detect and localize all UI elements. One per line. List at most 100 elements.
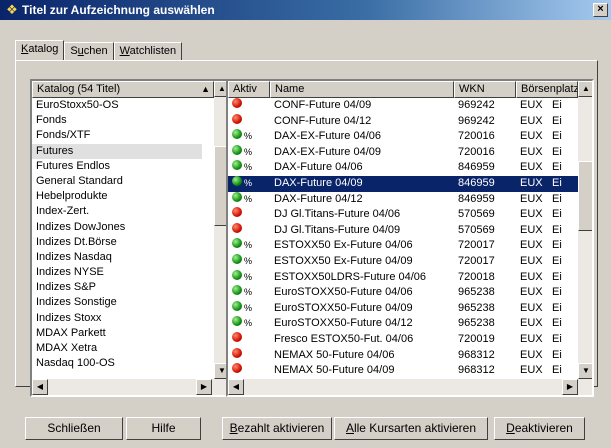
scroll-right-icon[interactable]: ▶ [196,379,212,395]
table-row[interactable]: % DAX-Future 04/12 846959 EUX Ei [228,191,578,208]
green-status-icon[interactable] [232,144,242,155]
titles-vscroll[interactable]: ▲ ▼ [578,81,592,379]
scroll-thumb[interactable] [578,161,592,231]
red-status-icon[interactable] [232,363,242,374]
catalog-item[interactable]: Index-Zert. [32,204,202,219]
catalog-item[interactable]: Futures Endlos [32,159,202,174]
green-status-icon[interactable] [232,300,242,311]
catalog-item[interactable]: MDAX Parkett [32,326,202,341]
table-row[interactable]: % EuroSTOXX50-Future 04/09 965238 EUX Ei [228,300,578,317]
table-row[interactable]: DJ Gl.Titans-Future 04/09 570569 EUX Ei [228,222,578,239]
table-row[interactable]: % ESTOXX50 Ex-Future 04/06 720017 EUX Ei [228,238,578,254]
green-status-icon[interactable] [232,238,242,249]
table-row[interactable]: % DAX-EX-Future 04/09 720016 EUX Ei [228,144,578,161]
catalog-item[interactable]: Fonds/XTF [32,128,202,143]
scroll-right-icon[interactable]: ▶ [562,379,578,395]
scroll-left-icon[interactable]: ◀ [228,379,244,395]
catalog-item[interactable]: Indizes Sonstige [32,295,202,310]
catalog-item[interactable]: Fonds [32,113,202,128]
green-status-icon[interactable] [232,176,242,186]
catalog-listbox[interactable]: Katalog (54 Titel) ▲ EuroStoxx50-OS Fonds… [30,79,232,397]
catalog-item[interactable]: Nasdaq 100-OS [32,356,202,371]
red-status-icon[interactable] [232,98,242,108]
close-button[interactable]: × [593,3,608,17]
red-status-icon[interactable] [232,113,242,124]
table-row[interactable]: % DAX-Future 04/09 846959 EUX Ei [228,176,578,192]
table-row[interactable]: % ESTOXX50 Ex-Future 04/09 720017 EUX Ei [228,254,578,270]
green-status-icon[interactable] [232,269,242,280]
cell-name: CONF-Future 04/12 [274,114,372,127]
table-row[interactable]: % DAX-Future 04/06 846959 EUX Ei [228,160,578,176]
tab-watchlisten[interactable]: Watchlisten [113,42,183,61]
col-aktiv[interactable]: Aktiv [228,81,270,98]
catalog-item[interactable]: Indizes Stoxx [32,311,202,326]
catalog-item[interactable]: Indizes NYSE [32,265,202,280]
table-row[interactable]: NEMAX 50-Future 04/06 968312 EUX Ei [228,347,578,364]
scroll-down-icon[interactable]: ▼ [578,363,592,379]
titles-hscroll[interactable]: ◀ ▶ [228,379,592,395]
green-status-icon[interactable] [232,191,242,202]
window-title: Titel zur Aufzeichnung auswählen [22,3,215,17]
col-boersenplatz[interactable]: Börsenplatz [516,81,578,98]
cell-wkn: 720019 [458,333,495,345]
catalog-item[interactable]: Indizes Dt.Börse [32,235,202,250]
tab-strip: Katalog Suchen Watchlisten [15,40,183,61]
cell-name: ESTOXX50LDRS-Future 04/06 [274,270,427,283]
table-row[interactable]: % EuroSTOXX50-Future 04/06 965238 EUX Ei [228,285,578,301]
cell-tail: Ei [552,333,562,345]
table-row[interactable]: % EuroSTOXX50-Future 04/12 965238 EUX Ei [228,316,578,332]
cell-name: DJ Gl.Titans-Future 04/09 [274,223,401,236]
green-status-icon[interactable] [232,316,242,327]
catalog-item[interactable]: Indizes S&P [32,280,202,295]
green-status-icon[interactable] [232,254,242,264]
activate-all-quotes-button[interactable]: Alle Kursarten aktivieren [334,417,488,440]
table-row[interactable]: CONF-Future 04/09 969242 EUX Ei [228,98,578,114]
red-status-icon[interactable] [232,332,242,342]
scroll-left-icon[interactable]: ◀ [32,379,48,395]
tab-katalog[interactable]: Katalog [15,40,65,61]
green-status-icon[interactable] [232,285,242,296]
green-status-icon[interactable] [232,160,242,171]
table-row[interactable]: % ESTOXX50LDRS-Future 04/06 720018 EUX Ei [228,269,578,286]
catalog-item[interactable]: Futures [32,143,202,159]
scroll-up-icon[interactable]: ▲ [578,81,592,97]
col-wkn[interactable]: WKN [454,81,516,98]
cell-exch: EUX [520,255,543,267]
catalog-item[interactable]: Indizes Nasdaq [32,250,202,265]
red-status-icon[interactable] [232,207,242,218]
table-row[interactable]: % DAX-EX-Future 04/06 720016 EUX Ei [228,129,578,145]
close-dialog-button[interactable]: Schließen [25,417,123,440]
cell-name: EuroSTOXX50-Future 04/06 [274,286,413,299]
table-row[interactable]: Fresco ESTOX50-Fut. 04/06 720019 EUX Ei [228,332,578,348]
catalog-item[interactable]: MDAX Xetra [32,341,202,356]
red-status-icon[interactable] [232,347,242,358]
cell-name: DAX-EX-Future 04/06 [274,130,381,143]
future-icon: % [244,178,253,188]
future-icon: % [244,256,253,266]
tab-suchen[interactable]: Suchen [64,42,114,61]
green-status-icon[interactable] [232,129,242,140]
cell-wkn: 846959 [458,192,495,205]
catalog-item[interactable]: EuroStoxx50-OS [32,98,202,113]
cell-tail: Ei [552,286,562,299]
catalog-header[interactable]: Katalog (54 Titel) ▲ [32,81,214,98]
table-row[interactable]: CONF-Future 04/12 969242 EUX Ei [228,113,578,130]
sort-arrow-icon: ▲ [201,84,210,94]
deactivate-button[interactable]: Deaktivieren [494,417,585,440]
col-name[interactable]: Name [270,81,454,98]
titles-table[interactable]: Aktiv Name WKN Börsenplatz CONF-Future 0… [226,79,594,397]
catalog-item[interactable]: Hebelprodukte [32,189,202,204]
table-row[interactable]: DJ Gl.Titans-Future 04/06 570569 EUX Ei [228,207,578,223]
title-rows: CONF-Future 04/09 969242 EUX Ei CONF-Future … [228,98,578,379]
catalog-item[interactable]: General Standard [32,174,202,189]
cell-name: Fresco ESTOX50-Fut. 04/06 [274,333,414,345]
catalog-hscroll[interactable]: ◀ ▶ [32,379,230,395]
red-status-icon[interactable] [232,222,242,233]
activate-paid-button[interactable]: Bezahlt aktivieren [222,417,332,440]
table-row[interactable]: NEMAX 50-Future 04/09 968312 EUX Ei [228,363,578,379]
help-button[interactable]: Hilfe [126,417,201,440]
cell-exch: EUX [520,208,543,221]
catalog-item[interactable]: Indizes DowJones [32,220,202,235]
cell-exch: EUX [520,348,543,361]
cell-tail: Ei [552,114,562,127]
